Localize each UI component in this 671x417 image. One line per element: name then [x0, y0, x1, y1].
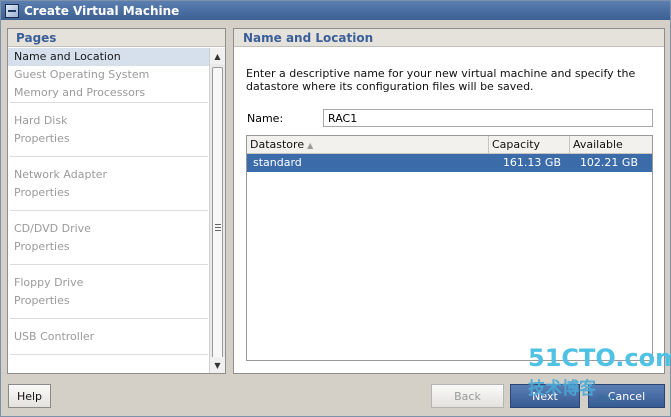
panel-header-label: Name and Location: [243, 30, 374, 45]
sort-ascending-icon: ▲: [307, 141, 314, 150]
page-item-cd-dvd-properties[interactable]: Properties: [8, 238, 210, 256]
scroll-down-arrow-icon[interactable]: ▼: [210, 357, 225, 373]
pages-panel: Pages Name and Location Guest Operating …: [7, 28, 226, 374]
help-button[interactable]: Help: [8, 384, 51, 408]
back-button[interactable]: Back: [431, 384, 504, 408]
available-cell: 102.21 GB: [579, 156, 638, 169]
watermark-sub-text: Blog: [598, 394, 616, 403]
vm-app-icon: [5, 3, 19, 18]
page-item-network-adapter[interactable]: Network Adapter: [8, 166, 210, 184]
name-location-panel: Name and Location Enter a descriptive na…: [233, 28, 665, 374]
scroll-up-arrow-icon[interactable]: ▲: [210, 48, 225, 64]
datastore-name-cell: standard: [253, 156, 302, 169]
page-item-floppy-drive[interactable]: Floppy Drive: [8, 274, 210, 292]
pages-list: Name and Location Guest Operating System…: [8, 48, 210, 373]
pages-header: Pages: [8, 29, 225, 47]
page-item-cd-dvd-drive[interactable]: CD/DVD Drive: [8, 220, 210, 238]
column-header-datastore[interactable]: Datastore ▲: [247, 136, 489, 153]
column-header-available[interactable]: Available: [570, 136, 652, 153]
description-text: Enter a descriptive name for your new vi…: [246, 67, 636, 93]
page-divider: [10, 210, 208, 211]
page-item-floppy-properties[interactable]: Properties: [8, 292, 210, 310]
page-divider: [10, 354, 208, 355]
page-divider: [10, 264, 208, 265]
pages-scrollbar[interactable]: ▲ ▼: [209, 48, 225, 373]
page-divider: [10, 318, 208, 319]
page-item-hard-disk-properties[interactable]: Properties: [8, 130, 210, 148]
table-row[interactable]: standard 161.13 GB 102.21 GB: [247, 154, 652, 172]
watermark-top-text: 51CTO.com: [528, 344, 671, 372]
create-vm-window: Create Virtual Machine Pages Name and Lo…: [0, 0, 671, 417]
datastore-table: Datastore ▲ Capacity Available standard 1…: [246, 135, 653, 361]
panel-header: Name and Location: [234, 29, 664, 47]
grip-icon: [214, 224, 221, 231]
title-bar: Create Virtual Machine: [1, 1, 670, 20]
watermark-bottom-text: 技术博客: [528, 379, 596, 399]
window-title: Create Virtual Machine: [24, 3, 180, 18]
table-header: Datastore ▲ Capacity Available: [247, 136, 652, 154]
page-item-memory-processors[interactable]: Memory and Processors: [8, 84, 210, 102]
watermark-logo: 51CTO.com 技术博客 Blog: [528, 344, 671, 414]
page-item-network-properties[interactable]: Properties: [8, 184, 210, 202]
column-header-capacity[interactable]: Capacity: [489, 136, 570, 153]
page-item-guest-os[interactable]: Guest Operating System: [8, 66, 210, 84]
scroll-thumb[interactable]: [212, 67, 223, 373]
page-item-hard-disk[interactable]: Hard Disk: [8, 112, 210, 130]
page-divider: [10, 156, 208, 157]
name-label: Name:: [247, 112, 284, 125]
page-divider: [10, 102, 208, 103]
vm-name-input[interactable]: [323, 109, 653, 127]
capacity-cell: 161.13 GB: [502, 156, 561, 169]
page-item-name-and-location[interactable]: Name and Location: [8, 48, 210, 66]
pages-header-label: Pages: [16, 30, 57, 45]
page-item-usb-controller[interactable]: USB Controller: [8, 328, 210, 346]
